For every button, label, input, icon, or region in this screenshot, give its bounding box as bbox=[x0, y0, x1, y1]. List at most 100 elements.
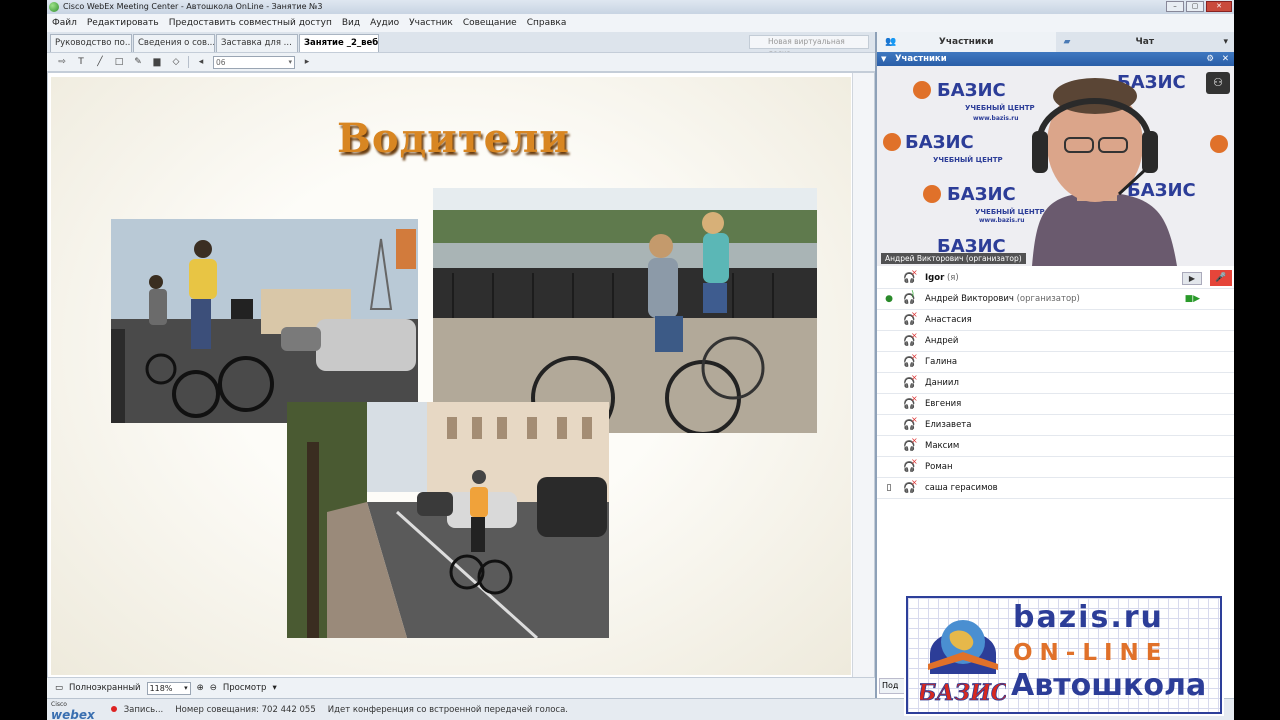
menu-audio[interactable]: Аудио bbox=[370, 18, 399, 28]
pointer-icon[interactable]: ⇨ bbox=[55, 57, 69, 67]
fullscreen-icon[interactable]: ▭ bbox=[55, 683, 63, 693]
participant-list: 🎧 Igor (я) ▶ 🎤 ● 🎧 Андрей Викторович (ор… bbox=[877, 262, 1234, 499]
participant-name: Максим bbox=[925, 441, 960, 451]
participant-row[interactable]: 🎧 Максим bbox=[877, 430, 1234, 457]
video-bg-url: www.bazis.ru bbox=[979, 217, 1025, 224]
pen-tool-icon[interactable]: ✎ bbox=[131, 57, 145, 67]
participant-row[interactable]: 🎧 Igor (я) ▶ 🎤 bbox=[877, 262, 1234, 289]
title-bar: Cisco WebEx Meeting Center - Автошкола O… bbox=[47, 0, 1234, 14]
close-icon[interactable]: ✕ bbox=[1222, 52, 1229, 66]
participant-row[interactable]: 🎧 Галина bbox=[877, 346, 1234, 373]
participant-row[interactable]: 🎧 Евгения bbox=[877, 388, 1234, 415]
webex-logo: Cisco webex bbox=[51, 699, 99, 720]
video-layout-icon[interactable]: ⚇ bbox=[1206, 72, 1230, 94]
zoom-select[interactable]: 118% bbox=[146, 681, 191, 695]
video-on-icon: ■▶ bbox=[1184, 294, 1200, 304]
participant-row[interactable]: 🎧 Роман bbox=[877, 451, 1234, 478]
panel-bottom-button[interactable]: Под bbox=[879, 678, 909, 694]
cyclist-city-street-photo bbox=[287, 402, 609, 638]
rectangle-tool-icon[interactable]: □ bbox=[112, 57, 126, 67]
chat-icon: ▰ bbox=[1063, 37, 1071, 47]
previous-page-button[interactable]: ◂ bbox=[194, 57, 208, 67]
tab-participants-label: Участники bbox=[938, 37, 994, 47]
menu-edit[interactable]: Редактировать bbox=[87, 18, 159, 28]
video-bg-brand: БАЗИС bbox=[905, 132, 974, 153]
participant-name: Андрей bbox=[925, 336, 959, 346]
viewer-bottom-bar: ▭ Полноэкранный 118% ⊕ ⊖ Просмотр ▾ bbox=[47, 678, 875, 698]
participant-name: Роман bbox=[925, 462, 953, 472]
webex-app-icon bbox=[49, 2, 59, 12]
video-bg-brand: БАЗИС bbox=[1127, 180, 1196, 201]
camera-icon[interactable]: ▶ bbox=[1182, 272, 1202, 285]
meeting-number: Номер совещания: 702 442 055 bbox=[175, 704, 316, 715]
menu-bar: Файл Редактировать Предоставить совместн… bbox=[47, 14, 1234, 32]
fill-color-icon[interactable]: ▆ bbox=[150, 57, 164, 67]
cyclists-street-photo bbox=[111, 219, 418, 423]
participant-row[interactable]: ▯ 🎧 саша герасимов bbox=[877, 472, 1234, 499]
host-video: БАЗИС БАЗИС БАЗИС БАЗИС БАЗИС БАЗИС УЧЕБ… bbox=[877, 66, 1234, 266]
chevron-down-icon[interactable]: ▾ bbox=[272, 683, 276, 693]
participant-row[interactable]: ● 🎧 Андрей Викторович (организатор) ■▶ bbox=[877, 283, 1234, 310]
collapse-arrow-icon[interactable]: ▼ bbox=[881, 52, 886, 66]
participants-section-header[interactable]: ▼ Участники ⚙ ✕ bbox=[877, 52, 1234, 66]
page-select[interactable]: 06 bbox=[213, 55, 295, 69]
participant-row[interactable]: 🎧 Анастасия bbox=[877, 304, 1234, 331]
next-page-button[interactable]: ▸ bbox=[300, 57, 314, 67]
panel-bottom-button-label: Под bbox=[882, 681, 899, 690]
menu-participant[interactable]: Участник bbox=[409, 18, 453, 28]
eraser-icon[interactable]: ◇ bbox=[169, 57, 183, 67]
participant-name: Анастасия bbox=[925, 315, 972, 325]
tab-participants[interactable]: 👥 Участники bbox=[877, 32, 1056, 52]
view-menu[interactable]: Просмотр bbox=[223, 683, 267, 693]
emblem-text: БАЗИС bbox=[920, 680, 1006, 706]
tab-lesson[interactable]: Занятие _2_веб bbox=[299, 34, 379, 52]
participant-name: Igor bbox=[925, 273, 945, 283]
participant-name: Евгения bbox=[925, 399, 962, 409]
participant-name: Андрей Викторович bbox=[925, 294, 1014, 304]
menu-file[interactable]: Файл bbox=[52, 18, 77, 28]
video-bg-subtitle: УЧЕБНЫЙ ЦЕНТР bbox=[965, 103, 1035, 112]
minimize-button[interactable]: – bbox=[1166, 1, 1184, 12]
panel-tabs: 👥 Участники ▰ Чат ▾ bbox=[877, 32, 1234, 52]
menu-help[interactable]: Справка bbox=[527, 18, 567, 28]
participant-row[interactable]: 🎧 Андрей bbox=[877, 325, 1234, 352]
webex-logo-text: webex bbox=[51, 707, 95, 720]
window-title: Cisco WebEx Meeting Center - Автошкола O… bbox=[63, 2, 323, 11]
mic-muted-icon[interactable]: 🎤 bbox=[1210, 270, 1232, 286]
phone-icon: ▯ bbox=[886, 483, 892, 493]
toolbar-divider bbox=[188, 56, 189, 68]
zoom-out-icon[interactable]: ⊖ bbox=[210, 683, 217, 693]
menu-meeting[interactable]: Совещание bbox=[463, 18, 517, 28]
tab-chat[interactable]: ▰ Чат ▾ bbox=[1056, 32, 1235, 52]
gear-icon[interactable]: ⚙ bbox=[1206, 52, 1214, 66]
participant-name: саша герасимов bbox=[925, 483, 998, 493]
maximize-button[interactable]: ▢ bbox=[1186, 1, 1204, 12]
zoom-in-icon[interactable]: ⊕ bbox=[197, 683, 204, 693]
text-tool-icon[interactable]: T bbox=[74, 57, 88, 67]
recording-indicator[interactable]: Запись... bbox=[111, 705, 163, 715]
video-bg-subtitle: УЧЕБНЫЙ ЦЕНТР bbox=[975, 207, 1045, 216]
menu-share[interactable]: Предоставить совместный доступ bbox=[169, 18, 332, 28]
tab-guide[interactable]: Руководство по... bbox=[50, 34, 132, 52]
participants-icon: 👥 bbox=[885, 37, 897, 47]
participant-row[interactable]: 🎧 Елизавета bbox=[877, 409, 1234, 436]
audio-status: Идет конференция со встроенной передачей… bbox=[327, 704, 568, 715]
line-tool-icon[interactable]: ╱ bbox=[93, 57, 107, 67]
slide: Водители bbox=[51, 77, 851, 675]
participant-note: (организатор) bbox=[1016, 294, 1080, 304]
bazis-banner: БАЗИС bazis.ru ON-LINE Автошкола bbox=[904, 594, 1224, 716]
host-globe-icon: ● bbox=[885, 294, 893, 304]
tab-splash[interactable]: Заставка для ... bbox=[216, 34, 298, 52]
fullscreen-button[interactable]: Полноэкранный bbox=[69, 683, 141, 693]
close-button[interactable]: ✕ bbox=[1206, 1, 1232, 12]
tab-chat-label: Чат bbox=[1135, 37, 1155, 47]
vertical-scrollbar[interactable] bbox=[852, 73, 874, 677]
tab-meeting-info[interactable]: Сведения о сов... bbox=[133, 34, 215, 52]
content-viewer: Водители bbox=[47, 72, 875, 678]
menu-view[interactable]: Вид bbox=[342, 18, 360, 28]
participant-row[interactable]: 🎧 Даниил bbox=[877, 367, 1234, 394]
panel-options-icon[interactable]: ▾ bbox=[1223, 32, 1228, 52]
headset-muted-icon: 🎧 bbox=[903, 472, 918, 499]
video-name-label: Андрей Викторович (организатор) bbox=[881, 253, 1026, 264]
new-whiteboard-button[interactable]: Новая виртуальная доска bbox=[749, 35, 869, 58]
